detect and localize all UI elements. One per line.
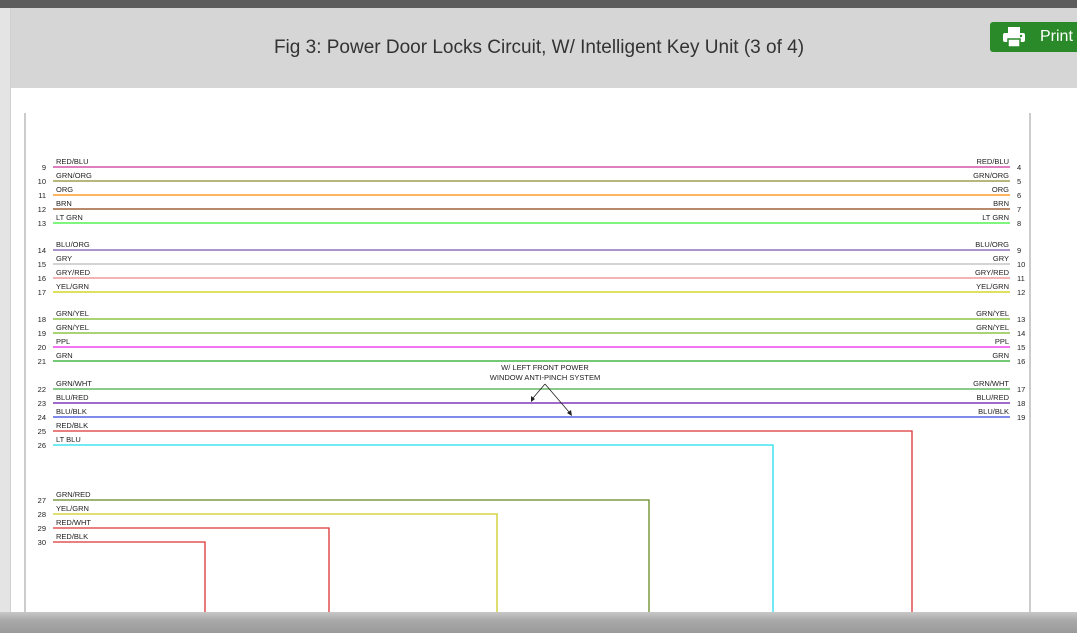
pin-number-left: 18 (38, 315, 46, 324)
pin-number-left: 22 (38, 385, 46, 394)
pin-number-left: 21 (38, 357, 46, 366)
wire-label-left: BLU/ORG (56, 240, 90, 249)
pin-number-left: 26 (38, 441, 46, 450)
wire-label-right: GRN/YEL (976, 309, 1009, 318)
wire-label-left: LT GRN (56, 213, 83, 222)
pin-number-right: 13 (1017, 315, 1025, 324)
pin-number-left: 30 (38, 538, 46, 547)
wire-label-left: LT BLU (56, 435, 81, 444)
wire-line (53, 430, 913, 612)
wire-label-right: GRY/RED (975, 268, 1010, 277)
wire-line (53, 527, 330, 612)
wire-label-right: BLU/BLK (978, 407, 1009, 416)
pin-number-left: 23 (38, 399, 46, 408)
wire-label-left: GRY (56, 254, 72, 263)
wire-label-left: RED/WHT (56, 518, 91, 527)
note-text-line-1: W/ LEFT FRONT POWER (501, 363, 589, 372)
note-leader-right (544, 383, 570, 413)
pin-number-left: 16 (38, 274, 46, 283)
pin-number-left: 9 (42, 163, 46, 172)
pin-number-right: 19 (1017, 413, 1025, 422)
wire-label-left: RED/BLU (56, 157, 89, 166)
wire-line (53, 513, 498, 612)
pin-number-right: 4 (1017, 163, 1021, 172)
pin-number-right: 7 (1017, 205, 1021, 214)
wire-label-left: GRN/YEL (56, 323, 89, 332)
wire-label-right: ORG (992, 185, 1009, 194)
wire-label-left: GRN/YEL (56, 309, 89, 318)
pin-number-left: 29 (38, 524, 46, 533)
wire-label-right: LT GRN (982, 213, 1009, 222)
pin-number-right: 14 (1017, 329, 1025, 338)
wire-label-right: GRN/YEL (976, 323, 1009, 332)
wire-label-right: BRN (993, 199, 1009, 208)
wire-label-left: PPL (56, 337, 70, 346)
wire-label-left: GRY/RED (56, 268, 91, 277)
wire-label-right: BLU/RED (976, 393, 1009, 402)
wire-label-left: RED/BLK (56, 421, 88, 430)
pin-number-right: 5 (1017, 177, 1021, 186)
pin-number-right: 11 (1017, 274, 1025, 283)
wire-label-right: GRN/WHT (973, 379, 1009, 388)
pin-number-left: 15 (38, 260, 46, 269)
pin-number-right: 10 (1017, 260, 1025, 269)
wire-line (53, 541, 206, 612)
wire-label-left: BLU/BLK (56, 407, 87, 416)
wire-label-left: YEL/GRN (56, 282, 89, 291)
wire-label-left: GRN (56, 351, 73, 360)
pin-number-right: 6 (1017, 191, 1021, 200)
pin-number-right: 9 (1017, 246, 1021, 255)
pin-number-left: 14 (38, 246, 46, 255)
wire-label-left: RED/BLK (56, 532, 88, 541)
wire-label-left: BRN (56, 199, 72, 208)
wire-line (53, 499, 650, 612)
note-text-line-2: WINDOW ANTI-PINCH SYSTEM (490, 373, 600, 382)
pin-number-right: 16 (1017, 357, 1025, 366)
pin-number-left: 13 (38, 219, 46, 228)
pin-number-left: 12 (38, 205, 46, 214)
bottom-scroll-bar[interactable] (0, 612, 1077, 633)
wire-label-right: RED/BLU (976, 157, 1009, 166)
pin-number-left: 20 (38, 343, 46, 352)
wire-label-left: ORG (56, 185, 73, 194)
wire-label-right: BLU/ORG (975, 240, 1009, 249)
pin-number-left: 27 (38, 496, 46, 505)
pin-number-right: 12 (1017, 288, 1025, 297)
wire-label-left: GRN/ORG (56, 171, 92, 180)
pin-number-right: 15 (1017, 343, 1025, 352)
pin-number-right: 18 (1017, 399, 1025, 408)
wiring-diagram: RED/BLU RED/BLU 9 4 GRN/ORG GRN/ORG 10 5 ORG ORG 1… (24, 113, 1031, 612)
wire-label-right: GRN (992, 351, 1009, 360)
wire-group: RED/BLU RED/BLU 9 4 GRN/ORG GRN/ORG 10 5 ORG ORG 1… (38, 157, 1025, 612)
wire-label-left: BLU/RED (56, 393, 89, 402)
pin-number-left: 24 (38, 413, 46, 422)
pin-number-right: 8 (1017, 219, 1021, 228)
wire-label-right: PPL (995, 337, 1009, 346)
wire-label-left: GRN/WHT (56, 379, 92, 388)
wire-label-right: YEL/GRN (976, 282, 1009, 291)
pin-number-left: 17 (38, 288, 46, 297)
pin-number-left: 10 (38, 177, 46, 186)
wire-label-left: GRN/RED (56, 490, 91, 499)
note-leader-left (532, 383, 546, 399)
wire-label-right: GRN/ORG (973, 171, 1009, 180)
wire-label-right: GRY (993, 254, 1009, 263)
pin-number-left: 19 (38, 329, 46, 338)
pin-number-left: 11 (38, 191, 46, 200)
pin-number-left: 28 (38, 510, 46, 519)
pin-number-left: 25 (38, 427, 46, 436)
wire-label-left: YEL/GRN (56, 504, 89, 513)
pin-number-right: 17 (1017, 385, 1025, 394)
